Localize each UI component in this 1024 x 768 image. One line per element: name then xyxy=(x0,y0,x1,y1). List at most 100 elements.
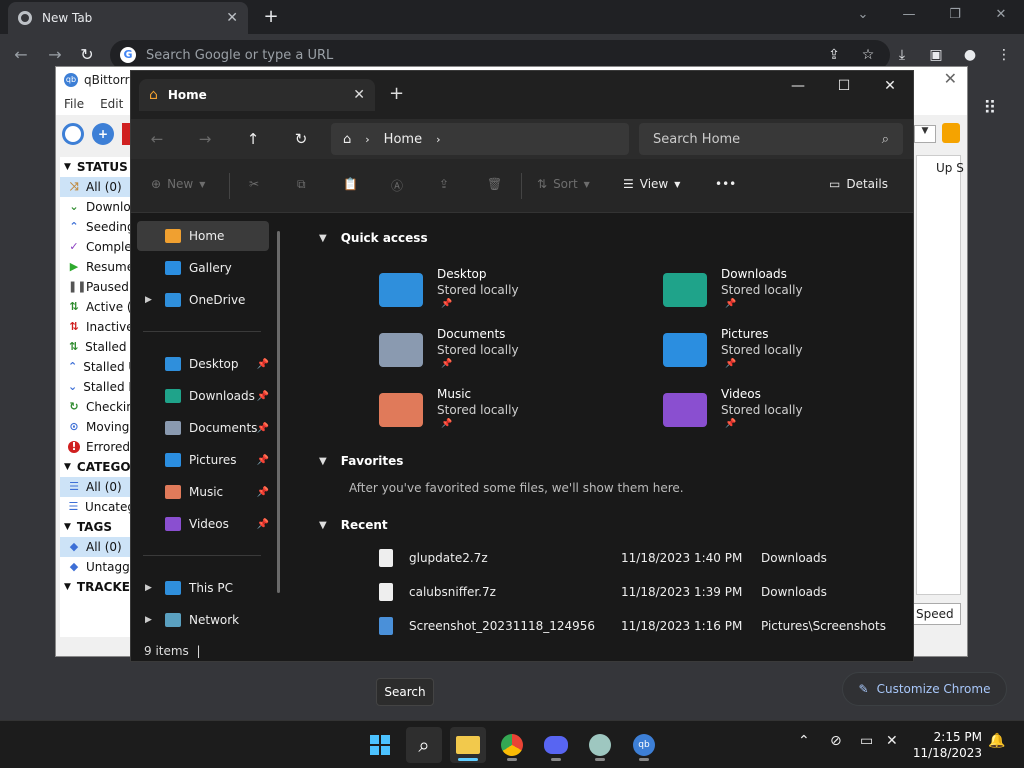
breadcrumb[interactable]: ⌂ › Home › xyxy=(331,123,629,155)
chevron-right-icon[interactable]: ▶ xyxy=(145,583,152,593)
status-filter-item[interactable]: ⇅ Stalled ( xyxy=(60,337,135,357)
qbittorrent-icon[interactable]: qb xyxy=(626,727,662,763)
back-button[interactable]: ← xyxy=(8,42,34,68)
explorer-close-button[interactable]: ✕ xyxy=(867,71,913,101)
status-filter-item[interactable]: ▶ Resume xyxy=(60,257,135,277)
back-arrow-icon[interactable]: ← xyxy=(145,127,169,151)
show-hidden-icons-icon[interactable]: ⌃ xyxy=(798,733,810,749)
categories-section-header[interactable]: ▼ CATEGOR xyxy=(60,457,135,477)
forward-arrow-icon[interactable]: → xyxy=(193,127,217,151)
nav-item-onedrive[interactable]: ▶ OneDrive xyxy=(137,285,269,315)
rename-icon[interactable]: Ⓐ xyxy=(391,177,403,194)
chevron-right-icon[interactable]: ▶ xyxy=(145,295,152,305)
up-speed-column-header[interactable]: Up S xyxy=(936,161,964,175)
category-uncategorized[interactable]: ☰ Uncateg xyxy=(60,497,135,517)
status-filter-item[interactable]: ⊙ Moving xyxy=(60,417,135,437)
quick-access-music[interactable]: Music Stored locally 📌 xyxy=(379,387,619,439)
chrome-icon[interactable] xyxy=(494,727,530,763)
quick-access-videos[interactable]: Videos Stored locally 📌 xyxy=(663,387,903,439)
status-filter-item[interactable]: ⌃ Stalled U xyxy=(60,357,135,377)
quick-access-header[interactable]: ▼ Quick access xyxy=(319,231,428,245)
copy-icon[interactable]: ⧉ xyxy=(297,177,306,192)
nav-item-home[interactable]: Home xyxy=(137,221,269,251)
close-tab-icon[interactable]: ✕ xyxy=(226,10,238,26)
chrome-tab-new-tab[interactable]: New Tab ✕ xyxy=(8,2,248,34)
qbittorrent-close-icon[interactable]: ✕ xyxy=(944,69,957,88)
globe-app-icon[interactable] xyxy=(582,727,618,763)
cut-icon[interactable]: ✂ xyxy=(249,177,259,191)
menu-edit[interactable]: Edit xyxy=(100,97,123,111)
pin-icon[interactable]: 📌 xyxy=(257,455,269,466)
torrent-list[interactable] xyxy=(916,155,961,595)
file-explorer-icon[interactable] xyxy=(450,727,486,763)
add-torrent-icon[interactable]: + xyxy=(92,123,114,145)
status-filter-item[interactable]: ↻ Checkin xyxy=(60,397,135,417)
status-section-header[interactable]: ▼ STATUS xyxy=(60,157,135,177)
close-window-button[interactable]: ✕ xyxy=(978,0,1024,30)
quick-access-downloads[interactable]: Downloads Stored locally 📌 xyxy=(663,267,903,319)
tag-all[interactable]: ◆ All (0) xyxy=(60,537,135,557)
pin-icon[interactable]: 📌 xyxy=(257,359,269,370)
discord-icon[interactable] xyxy=(538,727,574,763)
nav-item-gallery[interactable]: Gallery xyxy=(137,253,269,283)
pin-icon[interactable]: 📌 xyxy=(257,391,269,402)
quick-access-documents[interactable]: Documents Stored locally 📌 xyxy=(379,327,619,379)
status-filter-item[interactable]: ⌃ Seeding xyxy=(60,217,135,237)
view-button[interactable]: ☰ View ▼ xyxy=(623,177,680,191)
nav-item-this-pc[interactable]: ▶ This PC xyxy=(137,573,269,603)
category-all[interactable]: ☰ All (0) xyxy=(60,477,135,497)
nav-item-desktop[interactable]: Desktop 📌 xyxy=(137,349,269,379)
favorites-header[interactable]: ▼ Favorites xyxy=(319,454,403,468)
lock-icon[interactable] xyxy=(942,123,960,143)
up-arrow-icon[interactable]: ↑ xyxy=(241,127,265,151)
delete-icon[interactable] xyxy=(122,123,130,145)
clock[interactable]: 2:15 PM 11/18/2023 xyxy=(908,729,982,761)
forward-button[interactable]: → xyxy=(42,42,68,68)
refresh-icon[interactable]: ↻ xyxy=(289,127,313,151)
menu-kebab-icon[interactable]: ⋮ xyxy=(992,40,1016,70)
recent-file-row[interactable]: glupdate2.7z 11/18/2023 1:40 PM Downloads xyxy=(379,547,899,569)
customize-chrome-button[interactable]: ✎ Customize Chrome xyxy=(842,672,1007,706)
delete-icon[interactable]: 🗑 xyxy=(487,177,502,191)
breadcrumb-home[interactable]: Home xyxy=(384,132,422,147)
nav-item-network[interactable]: ▶ Network xyxy=(137,605,269,635)
explorer-minimize-button[interactable]: — xyxy=(775,71,821,101)
status-filter-item[interactable]: ⇅ Inactive xyxy=(60,317,135,337)
status-filter-item[interactable]: ❚❚ Paused xyxy=(60,277,135,297)
tab-search-icon[interactable]: ⌄ xyxy=(840,0,886,30)
nav-item-music[interactable]: Music 📌 xyxy=(137,477,269,507)
volume-muted-icon[interactable]: ✕ xyxy=(886,733,898,749)
recent-file-row[interactable]: calubsniffer.7z 11/18/2023 1:39 PM Downloa… xyxy=(379,581,899,603)
search-icon[interactable]: ⌕ xyxy=(406,727,442,763)
details-button[interactable]: ▭ Details xyxy=(829,177,888,191)
pin-icon[interactable]: 📌 xyxy=(257,519,269,530)
chevron-right-icon[interactable]: ▶ xyxy=(145,615,152,625)
search-input[interactable]: Search Home ⌕ xyxy=(639,123,903,155)
filter-combo-chevron-icon[interactable]: ▼ xyxy=(914,125,936,143)
tags-section-header[interactable]: ▼ TAGS xyxy=(60,517,135,537)
trackers-section-header[interactable]: ▼ TRACKER xyxy=(60,577,135,597)
status-filter-item[interactable]: ⌄ Stalled D xyxy=(60,377,135,397)
google-apps-icon[interactable]: ⠿ xyxy=(978,98,1002,122)
share-icon[interactable]: ⇪ xyxy=(439,177,449,191)
new-tab-button[interactable]: + xyxy=(258,4,284,30)
pin-icon[interactable]: 📌 xyxy=(257,423,269,434)
explorer-new-tab-button[interactable]: + xyxy=(389,83,404,104)
recent-file-row[interactable]: Screenshot_20231118_124956 11/18/2023 1:1… xyxy=(379,615,899,637)
minimize-button[interactable]: — xyxy=(886,0,932,30)
status-filter-item[interactable]: ⤨ All (0) xyxy=(60,177,135,197)
tag-untagged[interactable]: ◆ Untagg xyxy=(60,557,135,577)
more-options-button[interactable]: ••• xyxy=(715,177,736,191)
no-wifi-icon[interactable]: ⊘ xyxy=(830,733,842,749)
quick-access-desktop[interactable]: Desktop Stored locally 📌 xyxy=(379,267,619,319)
status-filter-item[interactable]: ! Errored xyxy=(60,437,135,457)
explorer-tab-home[interactable]: ⌂ Home ✕ xyxy=(139,79,375,111)
speed-tab[interactable]: Speed xyxy=(911,603,961,625)
paste-icon[interactable]: 📋 xyxy=(343,177,358,191)
recent-header[interactable]: ▼ Recent xyxy=(319,518,388,532)
quick-access-pictures[interactable]: Pictures Stored locally 📌 xyxy=(663,327,903,379)
notification-bell-icon[interactable]: 🔔 xyxy=(988,733,1005,749)
sort-button[interactable]: ⇅ Sort ▼ xyxy=(537,177,590,191)
new-button[interactable]: ⊕ New ▼ xyxy=(151,177,205,191)
status-filter-item[interactable]: ⇅ Active ( xyxy=(60,297,135,317)
